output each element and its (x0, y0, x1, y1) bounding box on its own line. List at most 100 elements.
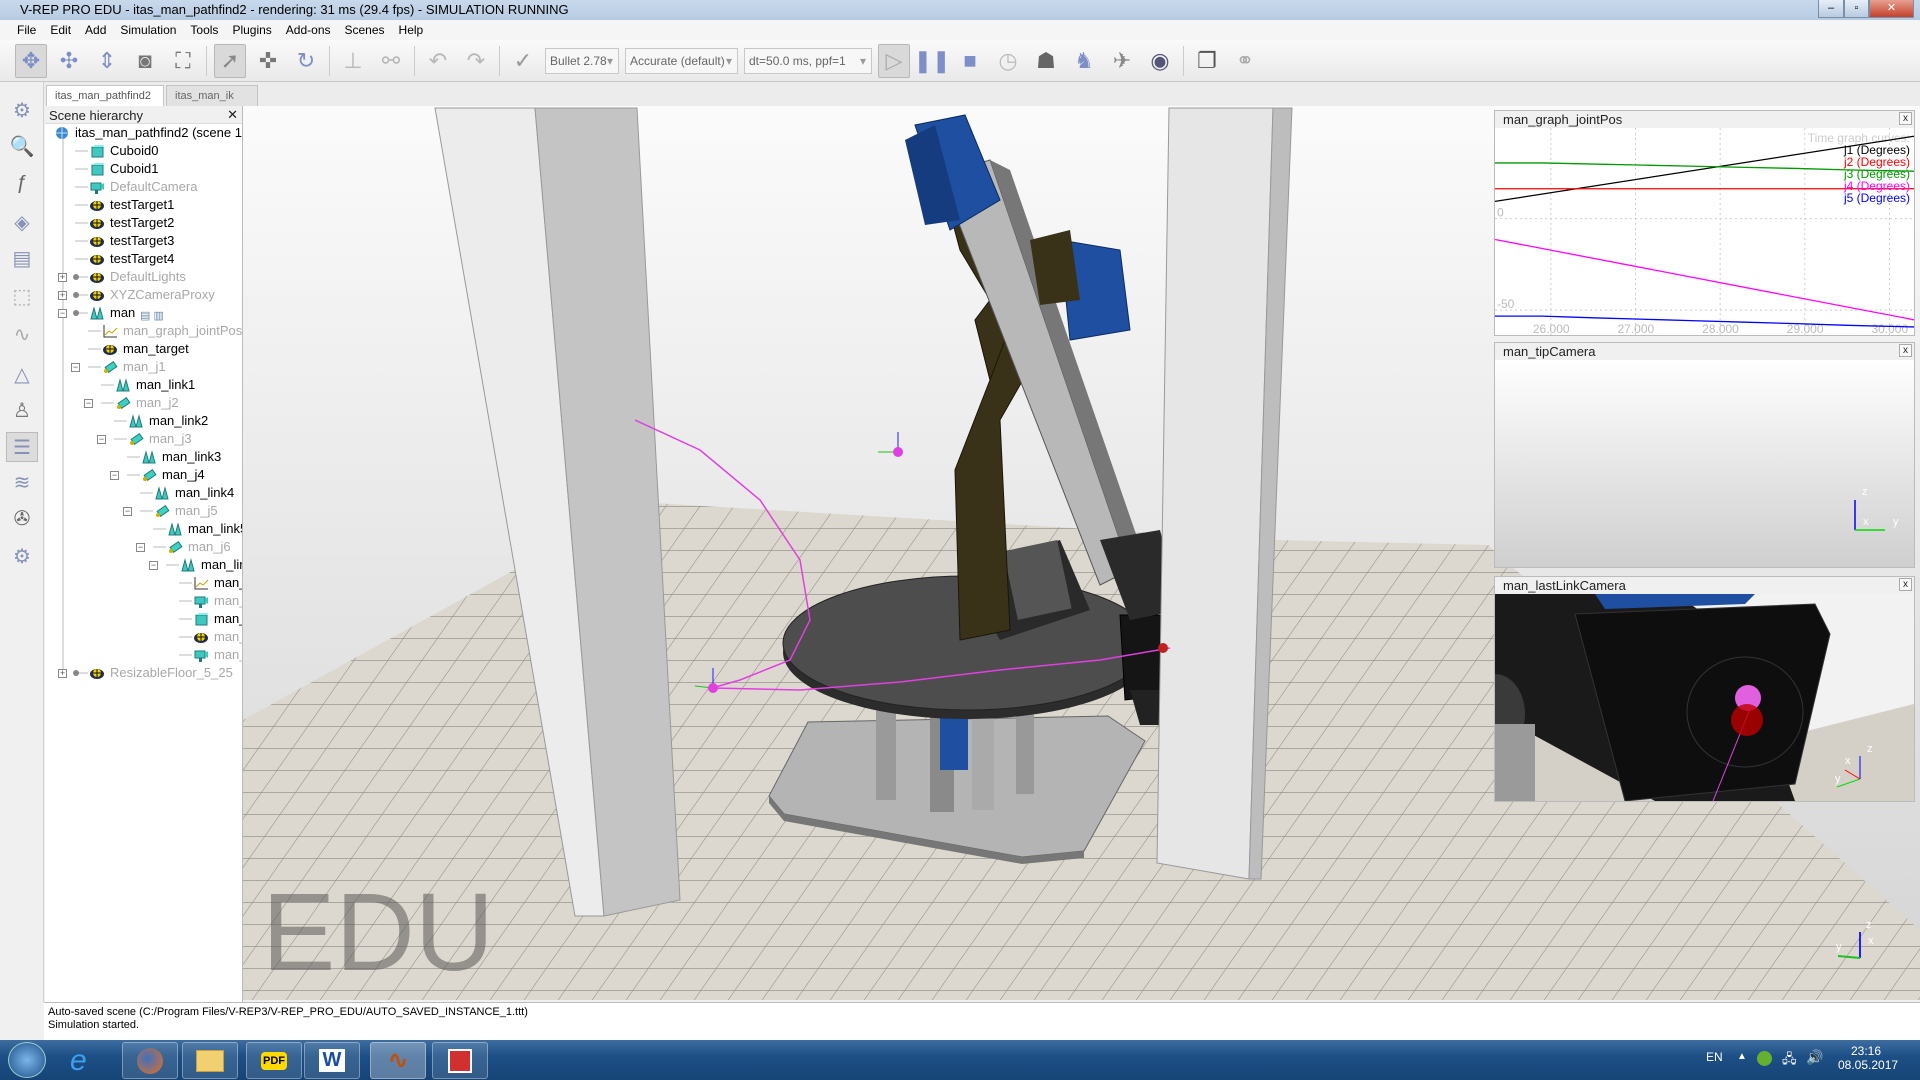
menu-help[interactable]: Help (392, 20, 431, 40)
hierarchy-item[interactable]: man_lin − (45, 556, 242, 574)
hierarchy-item[interactable]: man_j5 − (45, 502, 242, 520)
show-hidden-icons[interactable]: ▲ (1737, 1051, 1747, 1062)
click-select-icon[interactable]: ➚ (214, 43, 246, 78)
thread-rendering-icon[interactable]: ✈ (1106, 44, 1138, 78)
slower-icon[interactable]: ☗ (1030, 44, 1062, 78)
close-icon[interactable]: ✕ (227, 107, 238, 123)
start-button[interactable] (8, 1042, 46, 1078)
hierarchy-item[interactable]: man_ (45, 610, 242, 628)
hierarchy-item[interactable]: man_link3 (45, 448, 242, 466)
collapse-icon[interactable]: − (136, 543, 145, 552)
stop-simulation-icon[interactable]: ■ (954, 44, 986, 78)
hierarchy-item[interactable]: DefaultLights + (45, 268, 242, 286)
accuracy-dropdown[interactable]: Accurate (default) (625, 47, 738, 74)
hierarchy-item[interactable]: man_j3 − (45, 430, 242, 448)
scripts-icon[interactable]: ▤ (6, 244, 38, 274)
expand-icon[interactable]: + (58, 291, 67, 300)
close-icon[interactable]: x (1899, 344, 1912, 357)
hierarchy-item[interactable]: man_j4 − (45, 466, 242, 484)
collections-icon[interactable]: ◈ (6, 208, 38, 238)
word-icon[interactable]: W (304, 1042, 360, 1079)
robot-icon[interactable]: ♙ (6, 396, 38, 426)
fit-to-view-icon[interactable]: ⛶ (167, 44, 199, 78)
visualization-icon[interactable]: ◉ (1144, 44, 1176, 78)
hierarchy-item[interactable]: man_ (45, 574, 242, 592)
hierarchy-item[interactable]: man_graph_jointPos (45, 322, 242, 340)
camera-angle-icon[interactable]: ◙ (129, 44, 161, 78)
engine-dropdown[interactable]: Bullet 2.78 (545, 47, 619, 74)
network-icon[interactable]: 🖧 (1782, 1050, 1797, 1072)
redo-icon[interactable]: ↷ (460, 44, 492, 78)
hierarchy-item[interactable]: man_target (45, 340, 242, 358)
presentation-icon[interactable] (432, 1042, 488, 1079)
real-time-icon[interactable]: ◷ (992, 44, 1024, 78)
move-camera-icon[interactable]: ✥ (15, 43, 47, 78)
collapse-icon[interactable]: − (58, 309, 67, 318)
object-shift-icon[interactable]: ✜ (252, 44, 284, 78)
simulation-settings-icon[interactable]: ⚙ (6, 96, 38, 126)
graph-panel[interactable]: man_graph_jointPos x 26.000 27.000 28.000 29… (1494, 110, 1915, 336)
menu-scenes[interactable]: Scenes (338, 20, 392, 40)
close-icon[interactable]: x (1899, 578, 1912, 591)
hierarchy-item[interactable]: man_link4 (45, 484, 242, 502)
layers-icon[interactable]: ≋ (6, 468, 38, 498)
calculation-modules-icon[interactable]: 🔍 (6, 132, 38, 162)
hierarchy-item[interactable]: testTarget2 (45, 214, 242, 232)
undo-icon[interactable]: ↶ (422, 44, 454, 78)
collapse-icon[interactable]: − (71, 363, 80, 372)
hierarchy-item[interactable]: man_j2 − (45, 394, 242, 412)
model-browser-icon[interactable]: △ (6, 360, 38, 390)
rotate-camera-icon[interactable]: ✣ (53, 44, 85, 78)
menu-addons[interactable]: Add-ons (279, 20, 338, 40)
scene-hierarchy-icon[interactable]: ☰ (6, 432, 38, 462)
faster-icon[interactable]: ♞ (1068, 44, 1100, 78)
shape-edit-icon[interactable]: ⬚ (6, 282, 38, 312)
hierarchy-item[interactable]: man_link2 (45, 412, 242, 430)
timestep-dropdown[interactable]: dt=50.0 ms, ppf=1 (744, 47, 872, 74)
video-recorder-icon[interactable]: ✇ (6, 504, 38, 534)
collapse-icon[interactable]: − (149, 561, 158, 570)
pdf-reader-icon[interactable]: PDF (246, 1042, 302, 1079)
internet-explorer-icon[interactable]: e (70, 1044, 87, 1078)
close-button[interactable]: ✕ (1869, 0, 1914, 18)
scene-selector-icon[interactable]: ⚭ (1229, 44, 1261, 78)
start-simulation-icon[interactable]: ▷ (878, 43, 910, 78)
firefox-icon[interactable] (122, 1042, 178, 1079)
last-link-camera-panel[interactable]: man_lastLinkCamera x z x y (1494, 576, 1915, 802)
path-edit-icon[interactable]: ∿ (6, 320, 38, 350)
maximize-button[interactable]: ▫ (1844, 0, 1869, 18)
hierarchy-item[interactable]: man_ (45, 646, 242, 664)
menu-file[interactable]: File (10, 20, 43, 40)
shift-camera-icon[interactable]: ⇕ (91, 44, 123, 78)
menu-plugins[interactable]: Plugins (225, 20, 278, 40)
volume-icon[interactable]: 🔊 (1806, 1049, 1823, 1066)
hierarchy-item[interactable]: DefaultCamera (45, 178, 242, 196)
expand-icon[interactable]: + (58, 273, 67, 282)
clock[interactable]: 23:16 08.05.2017 (1838, 1044, 1898, 1072)
vrep-icon[interactable]: ∿ (370, 1042, 426, 1079)
hierarchy-item[interactable]: testTarget4 (45, 250, 242, 268)
hierarchy-item[interactable]: man_link5 (45, 520, 242, 538)
utorrent-icon[interactable] (1757, 1051, 1772, 1066)
hierarchy-item[interactable]: itas_man_pathfind2 (scene 1) (45, 124, 242, 142)
transfer-dna-icon[interactable]: ⚯ (375, 44, 407, 78)
minimize-button[interactable]: – (1818, 0, 1844, 18)
menu-add[interactable]: Add (78, 20, 113, 40)
assemble-icon[interactable]: ⊥ (337, 44, 369, 78)
hierarchy-item[interactable]: man_j6 − (45, 538, 242, 556)
tip-camera-panel[interactable]: man_tipCamera x z x y (1494, 342, 1915, 568)
hierarchy-item[interactable]: man_link1 (45, 376, 242, 394)
hierarchy-item[interactable]: man_ (45, 592, 242, 610)
tab-itas-man-ik[interactable]: itas_man_ik (166, 85, 258, 106)
language-indicator[interactable]: EN (1706, 1050, 1723, 1064)
user-settings-icon[interactable]: ⚙ (6, 542, 38, 572)
expand-icon[interactable]: + (58, 669, 67, 678)
hierarchy-item[interactable]: man_j1 − (45, 358, 242, 376)
file-explorer-icon[interactable] (182, 1042, 238, 1079)
hierarchy-item[interactable]: man_ (45, 628, 242, 646)
collapse-icon[interactable]: − (97, 435, 106, 444)
hierarchy-item[interactable]: Cuboid1 (45, 160, 242, 178)
object-rotate-icon[interactable]: ↻ (290, 44, 322, 78)
function-icon[interactable]: ƒ (6, 168, 38, 198)
hierarchy-item[interactable]: ResizableFloor_5_25 + (45, 664, 242, 682)
